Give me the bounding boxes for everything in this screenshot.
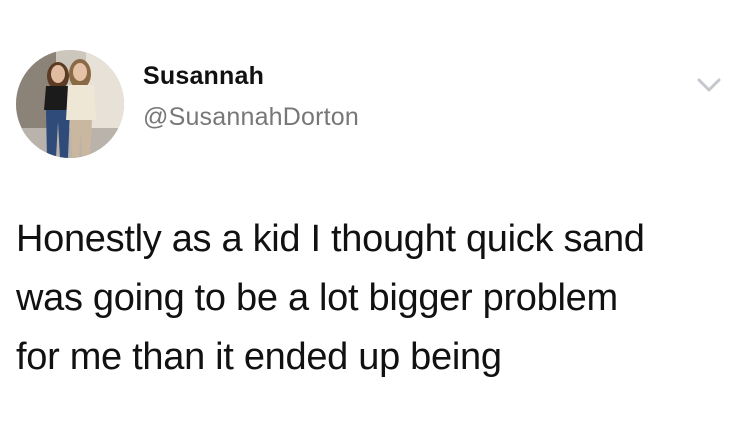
user-handle[interactable]: @SusannahDorton xyxy=(143,103,359,132)
avatar-photo xyxy=(16,50,124,158)
avatar[interactable] xyxy=(16,50,124,158)
display-name[interactable]: Susannah xyxy=(143,62,264,91)
tweet-text-line: for me than it ended up being xyxy=(16,336,502,378)
tweet-text-line: was going to be a lot bigger problem xyxy=(16,277,618,319)
tweet-text: Honestly as a kid I thought quick sand w… xyxy=(16,210,736,387)
tweet-card: Susannah @SusannahDorton Honestly as a k… xyxy=(0,0,749,438)
tweet-text-line: Honestly as a kid I thought quick sand xyxy=(16,218,645,260)
chevron-down-icon[interactable] xyxy=(689,72,729,100)
